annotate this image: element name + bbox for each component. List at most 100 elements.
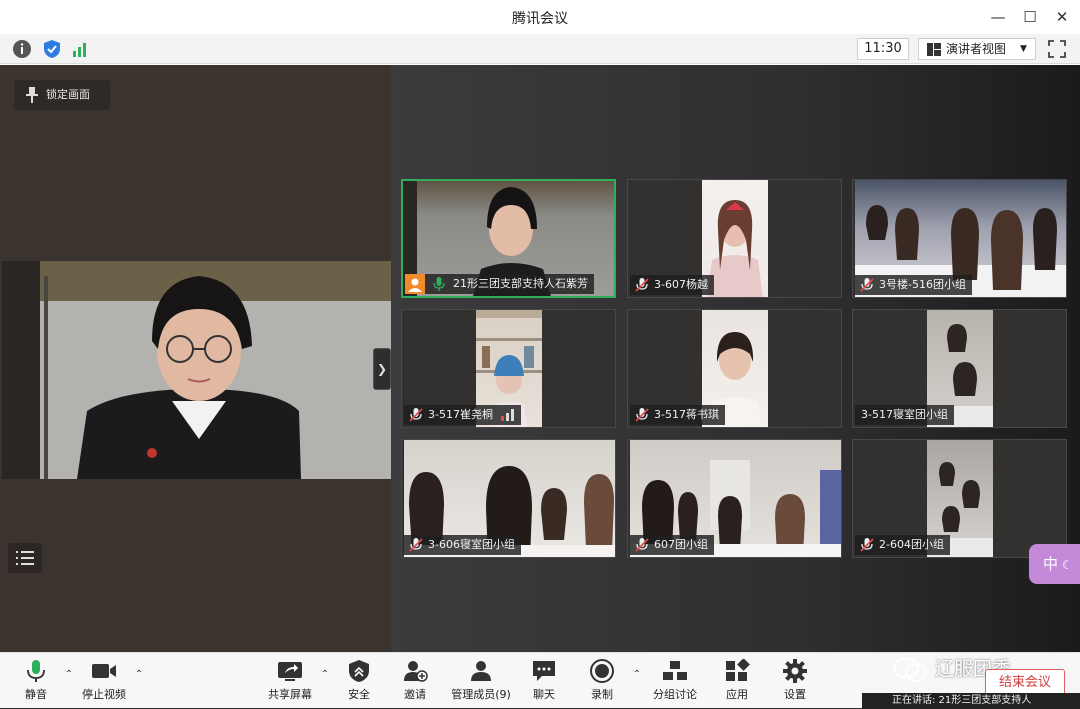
participant-name: 2-604团小组 <box>879 538 944 551</box>
meeting-clock: 11:30 <box>857 38 909 60</box>
view-mode-label: 演讲者视图 <box>946 42 1007 56</box>
chat-label: 聊天 <box>533 688 555 701</box>
speaker-video-frame <box>2 261 391 479</box>
speaker-pane: 锁定画面 <box>2 65 391 652</box>
member-list-toggle[interactable] <box>8 543 42 573</box>
record-icon <box>590 659 614 683</box>
security-button[interactable]: 安全 <box>327 657 391 707</box>
participant-name: 607团小组 <box>654 538 708 551</box>
collapse-panel-button[interactable]: ❯ <box>373 348 391 390</box>
mic-muted-icon <box>635 408 649 422</box>
gallery-pane: 21形三团支部支持人石紫芳 3-607杨越 3号楼-516团小组 3-517崔尧… <box>391 65 1080 652</box>
title-bar: 腾讯会议 — ☐ ✕ <box>0 0 1080 34</box>
participant-name-bar: 3-517蒋书琪 <box>630 405 725 425</box>
info-icon[interactable] <box>12 39 32 59</box>
stop-video-label: 停止视频 <box>82 688 126 701</box>
video-tile[interactable]: 607团小组 <box>627 439 842 558</box>
chevron-down-icon: ▼ <box>1020 44 1027 54</box>
microphone-icon <box>27 660 45 682</box>
lock-view-button[interactable]: 锁定画面 <box>14 80 110 110</box>
participant-name: 3-606寝室团小组 <box>428 538 515 551</box>
video-tile[interactable]: 3-606寝室团小组 <box>401 439 616 558</box>
active-speaker-video <box>2 261 391 479</box>
participant-name: 3-517蒋书琪 <box>654 408 719 421</box>
share-screen-icon <box>278 662 302 681</box>
view-mode-dropdown[interactable]: 演讲者视图 ▼ <box>918 38 1036 60</box>
mic-muted-icon <box>635 538 649 552</box>
apps-label: 应用 <box>726 688 748 701</box>
breakout-rooms-label: 分组讨论 <box>653 688 697 701</box>
invite-label: 邀请 <box>404 688 426 701</box>
speaking-text: 正在讲话: 21形三团支部支持人 <box>892 695 1032 706</box>
manage-members-label: 管理成员(9) <box>451 688 511 701</box>
invite-button[interactable]: 邀请 <box>383 657 447 707</box>
chat-button[interactable]: 聊天 <box>512 657 576 707</box>
mic-muted-icon <box>860 538 874 552</box>
mute-label: 静音 <box>25 688 47 701</box>
lock-view-label: 锁定画面 <box>46 88 90 101</box>
stop-video-button[interactable]: 停止视频 <box>72 657 136 707</box>
host-icon <box>405 274 425 294</box>
chat-icon <box>533 661 555 681</box>
video-tile[interactable]: 21形三团支部支持人石紫芳 <box>401 179 616 298</box>
record-options-caret[interactable]: ⌃ <box>631 669 643 681</box>
signal-icon[interactable] <box>70 39 90 59</box>
participant-name-bar: 3-607杨越 <box>630 275 714 295</box>
record-label: 录制 <box>591 688 613 701</box>
layout-icon <box>927 43 941 56</box>
add-user-icon <box>404 661 428 682</box>
video-tile[interactable]: 3-517崔尧桐 <box>401 309 616 428</box>
video-tile[interactable]: 3-517蒋书琪 <box>627 309 842 428</box>
wechat-icon <box>893 658 927 682</box>
participant-name-bar: 3-606寝室团小组 <box>404 535 521 555</box>
breakout-rooms-button[interactable]: 分组讨论 <box>643 657 707 707</box>
meeting-toolbar: 静音 ⌃ 停止视频 ⌃ 共享屏幕 ⌃ 安全 邀请 管理成员(9) 聊天 录制 ⌃… <box>0 652 1080 709</box>
manage-members-button[interactable]: 管理成员(9) <box>441 657 521 707</box>
mic-muted-icon <box>409 538 423 552</box>
security-label: 安全 <box>348 688 370 701</box>
settings-label: 设置 <box>784 688 806 701</box>
ime-label: 中 <box>1043 555 1059 573</box>
chevron-right-icon: ❯ <box>376 362 388 376</box>
meeting-window: 腾讯会议 — ☐ ✕ 11:30 演讲者视图 ▼ 锁定画面 ❯ 21形三团支部支… <box>0 0 1080 709</box>
video-tile[interactable]: 3-607杨越 <box>627 179 842 298</box>
video-tile[interactable]: 2-604团小组 <box>852 439 1067 558</box>
mic-muted-icon <box>635 278 649 292</box>
mute-button[interactable]: 静音 <box>4 657 68 707</box>
mic-muted-icon <box>860 278 874 292</box>
maximize-button[interactable]: ☐ <box>1018 6 1042 28</box>
participant-name-bar: 3-517寝室团小组 <box>855 405 954 425</box>
camera-icon <box>92 664 116 678</box>
moon-icon: ☾ <box>1062 558 1073 572</box>
participant-name-bar: 21形三团支部支持人石紫芳 <box>405 274 594 294</box>
video-tile[interactable]: 3号楼-516团小组 <box>852 179 1067 298</box>
shield-icon <box>349 660 369 682</box>
participant-name-bar: 2-604团小组 <box>855 535 950 555</box>
participant-name: 3-517崔尧桐 <box>428 408 493 421</box>
info-bar: 11:30 演讲者视图 ▼ <box>0 34 1080 64</box>
list-icon <box>16 551 34 565</box>
participant-name-bar: 607团小组 <box>630 535 714 555</box>
gear-icon <box>783 659 807 683</box>
participant-name: 3-607杨越 <box>654 278 708 291</box>
speaking-indicator: 正在讲话: 21形三团支部支持人 <box>862 693 1080 709</box>
participant-name: 3号楼-516团小组 <box>879 278 966 291</box>
fullscreen-icon[interactable] <box>1047 39 1067 59</box>
mic-muted-icon <box>409 408 423 422</box>
share-screen-button[interactable]: 共享屏幕 <box>258 657 322 707</box>
video-tile[interactable]: 3-517寝室团小组 <box>852 309 1067 428</box>
pin-icon <box>26 87 38 103</box>
video-options-caret[interactable]: ⌃ <box>133 669 145 681</box>
minimize-button[interactable]: — <box>986 6 1010 28</box>
record-button[interactable]: 录制 <box>570 657 634 707</box>
close-button[interactable]: ✕ <box>1050 6 1074 28</box>
participant-name: 3-517寝室团小组 <box>861 408 948 421</box>
shield-icon[interactable] <box>42 39 62 59</box>
weak-signal-icon <box>500 409 514 421</box>
meeting-content: 锁定画面 ❯ 21形三团支部支持人石紫芳 3-607杨越 3号楼-516团小组 … <box>0 65 1080 652</box>
ime-language-badge[interactable]: 中 ☾ <box>1029 544 1080 584</box>
participant-name-bar: 3号楼-516团小组 <box>855 275 972 295</box>
members-icon <box>471 661 491 681</box>
settings-button[interactable]: 设置 <box>763 657 827 707</box>
apps-button[interactable]: 应用 <box>705 657 769 707</box>
